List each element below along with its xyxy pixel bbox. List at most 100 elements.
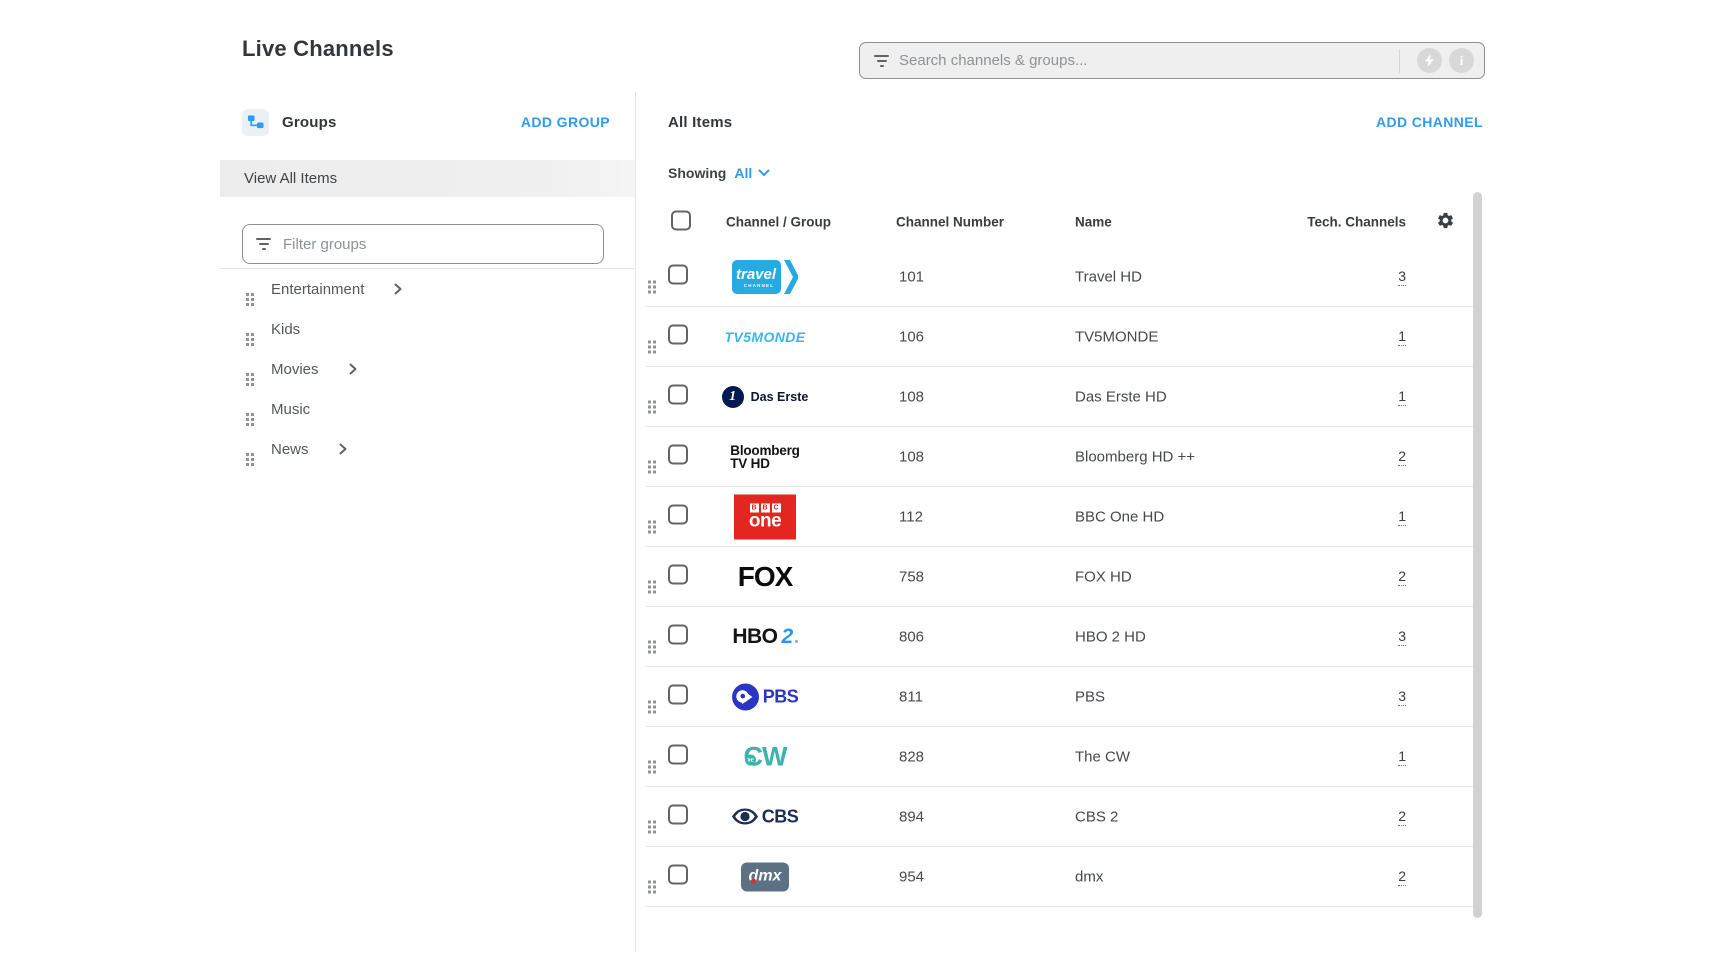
- channel-logo: BBCone: [700, 494, 830, 539]
- drag-handle-icon[interactable]: [246, 363, 255, 376]
- channel-number: 828: [899, 748, 924, 765]
- table-row[interactable]: CBS 894 CBS 2 2: [645, 787, 1473, 847]
- row-checkbox[interactable]: [668, 624, 688, 649]
- showing-value: All: [734, 165, 752, 181]
- tech-channels-link[interactable]: 3: [1398, 268, 1406, 286]
- channel-name: BBC One HD: [1075, 508, 1164, 525]
- table-row[interactable]: 1Das Erste 108 Das Erste HD 1: [645, 367, 1473, 427]
- row-checkbox[interactable]: [668, 324, 688, 349]
- group-label: Music: [271, 401, 310, 418]
- tech-channels-link[interactable]: 2: [1398, 448, 1406, 466]
- tech-channels-link[interactable]: 2: [1398, 868, 1406, 886]
- table-row[interactable]: BloombergTV HD 108 Bloomberg HD ++ 2: [645, 427, 1473, 487]
- group-item-kids[interactable]: Kids: [220, 309, 635, 349]
- group-item-music[interactable]: Music: [220, 389, 635, 429]
- drag-handle-icon[interactable]: [648, 390, 657, 403]
- row-checkbox[interactable]: [668, 684, 688, 709]
- group-list: Entertainment Kids Movies Music News: [220, 269, 635, 469]
- table-row[interactable]: FOX 758 FOX HD 2: [645, 547, 1473, 607]
- drag-handle-icon[interactable]: [648, 870, 657, 883]
- drag-handle-icon[interactable]: [648, 450, 657, 463]
- table-row[interactable]: CWTHE 828 The CW 1: [645, 727, 1473, 787]
- lightning-icon[interactable]: [1417, 48, 1442, 73]
- table-row[interactable]: dmx 954 dmx 2: [645, 847, 1473, 907]
- drag-handle-icon[interactable]: [648, 630, 657, 643]
- tech-channels-link[interactable]: 3: [1398, 688, 1406, 706]
- chevron-right-icon[interactable]: [349, 363, 357, 375]
- bloomberg-logo: BloombergTV HD: [730, 444, 799, 470]
- tech-channels-link[interactable]: 1: [1398, 508, 1406, 526]
- tech-channels-link[interactable]: 1: [1398, 748, 1406, 766]
- row-checkbox[interactable]: [668, 564, 688, 589]
- row-checkbox[interactable]: [668, 384, 688, 409]
- table-row[interactable]: HBO2 806 HBO 2 HD 3: [645, 607, 1473, 667]
- row-checkbox[interactable]: [668, 804, 688, 829]
- view-all-items-button[interactable]: View All Items: [220, 160, 635, 197]
- column-name: Name: [1075, 215, 1112, 230]
- select-all-checkbox[interactable]: [671, 211, 691, 234]
- row-checkbox[interactable]: [668, 504, 688, 529]
- add-group-button[interactable]: ADD GROUP: [521, 114, 610, 130]
- groups-sidebar: Groups ADD GROUP View All Items Entertai…: [220, 92, 635, 962]
- tech-channels-link[interactable]: 3: [1398, 628, 1406, 646]
- showing-label: Showing: [668, 165, 726, 181]
- global-search[interactable]: i: [859, 42, 1485, 79]
- vertical-scrollbar[interactable]: [1473, 192, 1482, 918]
- drag-handle-icon[interactable]: [246, 323, 255, 336]
- channel-name: dmx: [1075, 868, 1103, 885]
- group-label: Movies: [271, 361, 319, 378]
- group-label: Entertainment: [271, 281, 364, 298]
- drag-handle-icon[interactable]: [648, 510, 657, 523]
- group-label: Kids: [271, 321, 300, 338]
- filter-groups-field[interactable]: [242, 224, 604, 264]
- table-settings-gear-icon[interactable]: [1436, 211, 1455, 233]
- drag-handle-icon[interactable]: [246, 403, 255, 416]
- drag-handle-icon[interactable]: [648, 330, 657, 343]
- channel-logo: PBS: [700, 683, 830, 710]
- drag-handle-icon[interactable]: [648, 750, 657, 763]
- search-filter-icon: [874, 55, 889, 67]
- sidebar-title: Groups: [282, 114, 337, 131]
- add-channel-button[interactable]: ADD CHANNEL: [1376, 114, 1483, 130]
- channels-table-body: travel CHANNEL 101 Travel HD 3 TV5MONDE …: [645, 247, 1483, 907]
- drag-handle-icon[interactable]: [648, 270, 657, 283]
- table-row[interactable]: BBCone 112 BBC One HD 1: [645, 487, 1473, 547]
- group-item-movies[interactable]: Movies: [220, 349, 635, 389]
- row-checkbox[interactable]: [668, 264, 688, 289]
- channel-name: PBS: [1075, 688, 1105, 705]
- showing-dropdown[interactable]: All: [734, 165, 770, 181]
- search-input[interactable]: [899, 52, 1389, 69]
- drag-handle-icon[interactable]: [246, 283, 255, 296]
- tech-channels-link[interactable]: 1: [1398, 388, 1406, 406]
- tech-channels-link[interactable]: 2: [1398, 808, 1406, 826]
- tech-channels-link[interactable]: 1: [1398, 328, 1406, 346]
- info-icon[interactable]: i: [1449, 48, 1474, 73]
- group-item-entertainment[interactable]: Entertainment: [220, 269, 635, 309]
- group-item-news[interactable]: News: [220, 429, 635, 469]
- row-checkbox[interactable]: [668, 864, 688, 889]
- channel-number: 101: [899, 268, 924, 285]
- channel-number: 108: [899, 448, 924, 465]
- channel-logo: CBS: [700, 806, 830, 827]
- column-channel-group: Channel / Group: [726, 215, 831, 230]
- filter-groups-input[interactable]: [283, 236, 591, 253]
- row-checkbox[interactable]: [668, 444, 688, 469]
- table-row[interactable]: TV5MONDE 106 TV5MONDE 1: [645, 307, 1473, 367]
- table-row[interactable]: PBS 811 PBS 3: [645, 667, 1473, 727]
- channel-number: 811: [899, 688, 923, 705]
- drag-handle-icon[interactable]: [648, 810, 657, 823]
- channel-name: Bloomberg HD ++: [1075, 448, 1195, 465]
- tv5monde-logo: TV5MONDE: [725, 329, 806, 345]
- drag-handle-icon[interactable]: [246, 443, 255, 456]
- channel-logo: TV5MONDE: [700, 329, 830, 345]
- chevron-right-icon[interactable]: [394, 283, 402, 295]
- tech-channels-link[interactable]: 2: [1398, 568, 1406, 586]
- drag-handle-icon[interactable]: [648, 570, 657, 583]
- channel-number: 806: [899, 628, 924, 645]
- filter-icon: [256, 238, 271, 250]
- row-checkbox[interactable]: [668, 744, 688, 769]
- chevron-right-icon[interactable]: [339, 443, 347, 455]
- drag-handle-icon[interactable]: [648, 690, 657, 703]
- table-row[interactable]: travel CHANNEL 101 Travel HD 3: [645, 247, 1473, 307]
- hbo2-logo: HBO2: [732, 625, 797, 649]
